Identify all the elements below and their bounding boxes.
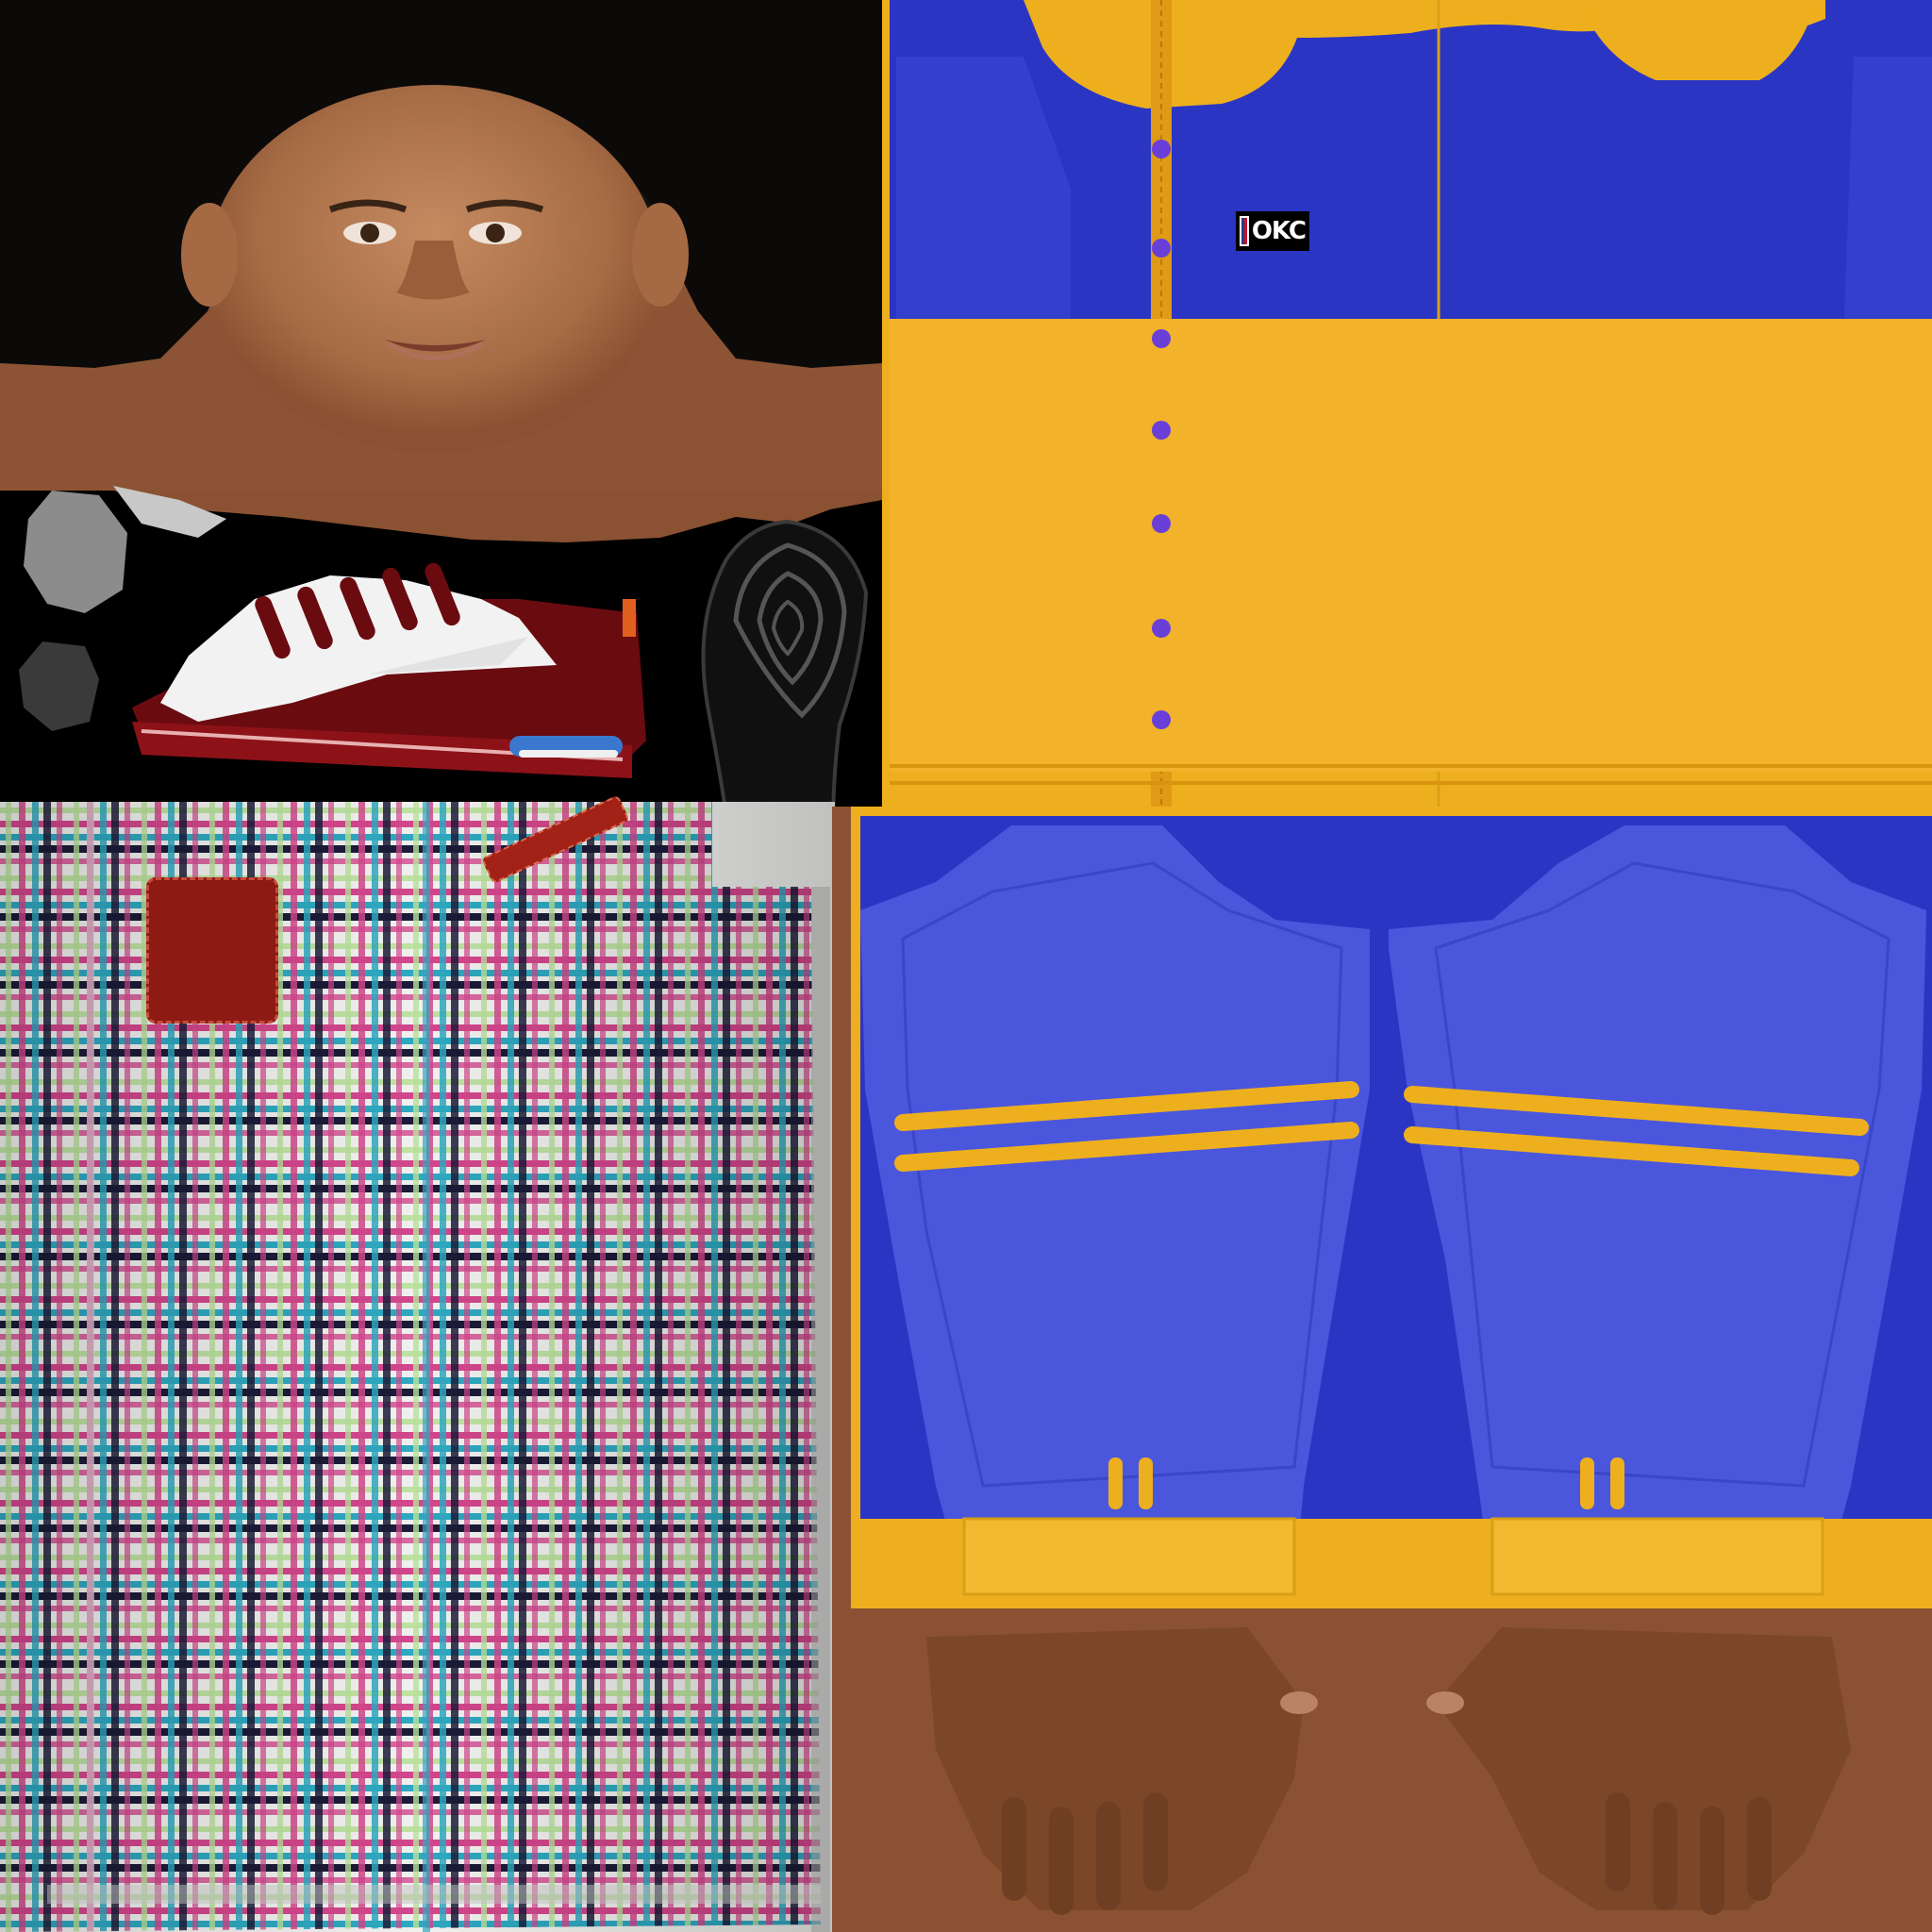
hand-right — [1426, 1627, 1851, 1915]
sleeve-left-cuff-stripe-2 — [1139, 1457, 1153, 1509]
sleeve-right-cuff-stripe-2 — [1610, 1457, 1624, 1509]
jersey-button-3 — [1152, 329, 1171, 348]
plaid-shirt-texture — [0, 794, 835, 1932]
hand-left-finger-4 — [1143, 1792, 1168, 1891]
plaid-right-edge — [811, 887, 830, 1932]
jersey-front-svg — [882, 0, 1932, 807]
jersey-front-panel-right — [1844, 57, 1932, 319]
plaid-placket-line — [87, 802, 94, 1932]
hand-left-finger-1 — [1002, 1797, 1026, 1901]
hand-right-finger-1 — [1606, 1792, 1630, 1891]
jersey-button-1 — [1152, 140, 1171, 158]
ear-right — [632, 203, 689, 307]
face-texture-region — [0, 0, 882, 542]
sneaker-air-unit-white — [519, 750, 618, 758]
jersey-front-gold-shade — [890, 319, 1932, 772]
tooth-shard — [113, 486, 226, 538]
team-logo-text: OKC — [1251, 217, 1307, 245]
skin-strip-middle — [832, 807, 851, 1932]
team-logo: OKC — [1236, 211, 1309, 251]
hand-right-palm — [1436, 1627, 1851, 1910]
jersey-button-2 — [1152, 239, 1171, 258]
jersey-button-7 — [1152, 710, 1171, 729]
jersey-hem-line-1 — [890, 764, 1932, 768]
face-svg — [0, 0, 882, 542]
hands-svg — [926, 1627, 1851, 1915]
sneaker-heel-tab — [623, 599, 636, 637]
jersey-button-6 — [1152, 619, 1171, 638]
hand-left-finger-3 — [1096, 1802, 1121, 1910]
jersey-hem-line-2 — [890, 781, 1932, 785]
jersey-button-4 — [1152, 421, 1171, 440]
sneaker-texture — [123, 542, 651, 797]
sleeve-right-cuff-stripe-1 — [1580, 1457, 1594, 1509]
hands-texture — [851, 1608, 1932, 1932]
chest-pocket — [146, 877, 278, 1024]
sleeve-left-cuff-stripe-1 — [1108, 1457, 1123, 1509]
plaid-shading — [0, 802, 835, 1932]
plaid-hem — [47, 1885, 821, 1904]
plaid-svg — [0, 802, 835, 1932]
hand-right-thumb — [1426, 1691, 1464, 1714]
ear-left — [181, 203, 238, 307]
sleeve-right-cuff — [1491, 1517, 1824, 1596]
nba-logo-icon — [1240, 216, 1249, 246]
iris-left — [360, 224, 379, 242]
hand-left-thumb — [1280, 1691, 1318, 1714]
iris-right — [486, 224, 505, 242]
hand-left — [926, 1627, 1318, 1915]
jersey-sleeves-texture — [851, 807, 1932, 1608]
jersey-front-texture: OKC — [882, 0, 1932, 807]
gray-blob-small — [19, 641, 99, 731]
tooth-texture — [104, 481, 236, 547]
hand-right-finger-3 — [1700, 1807, 1724, 1915]
plaid-center-seam — [423, 802, 430, 1932]
jersey-button-5 — [1152, 514, 1171, 533]
sleeves-svg — [851, 816, 1932, 1608]
hand-right-finger-2 — [1653, 1802, 1677, 1910]
sleeve-left-cuff — [962, 1517, 1296, 1596]
jersey-left-edge — [882, 0, 890, 807]
hand-right-finger-4 — [1747, 1797, 1772, 1901]
hand-left-finger-2 — [1049, 1807, 1074, 1915]
